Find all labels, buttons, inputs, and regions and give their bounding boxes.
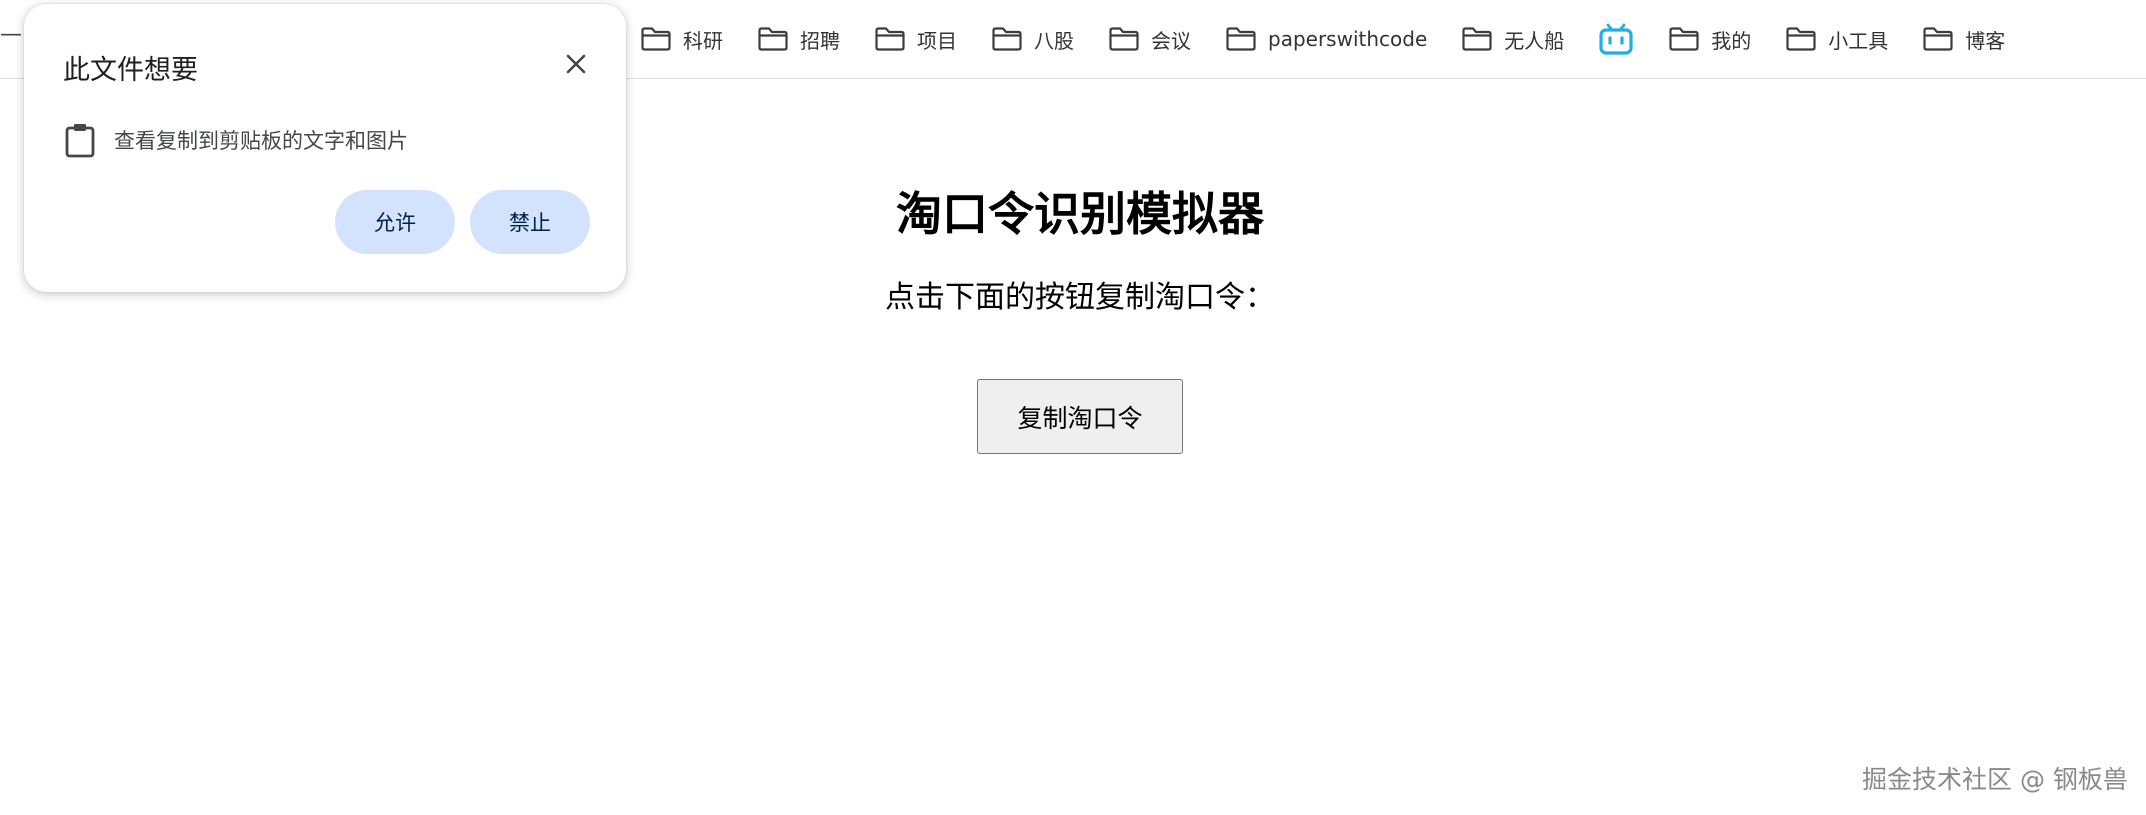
bookmark-bilibili[interactable] <box>1586 17 1646 61</box>
bookmark-folder[interactable]: 会议 <box>1096 17 1203 61</box>
bookmark-label: 会议 <box>1151 28 1191 53</box>
bookmark-folder[interactable]: 招聘 <box>745 17 852 61</box>
bookmark-folder[interactable]: 科研 <box>628 17 735 61</box>
browser-page: — 科研 招聘 项目 八股 会议 paperswithcode 无人船 我的 小工具 博客 此文件… <box>0 0 2146 815</box>
permission-text: 查看复制到剪贴板的文字和图片 <box>114 129 408 153</box>
folder-icon <box>874 26 906 52</box>
bookmark-folder[interactable]: 我的 <box>1656 17 1763 61</box>
bookmark-label: 小工具 <box>1828 28 1889 53</box>
permission-row: 查看复制到剪贴板的文字和图片 <box>63 122 408 158</box>
folder-icon <box>1225 26 1257 52</box>
bookmark-label: 八股 <box>1034 28 1074 53</box>
folder-icon <box>1108 26 1140 52</box>
folder-icon <box>991 26 1023 52</box>
bookmark-folder[interactable]: 八股 <box>979 17 1086 61</box>
close-icon[interactable] <box>560 48 592 80</box>
bookmark-folder[interactable]: 博客 <box>1910 17 2017 61</box>
folder-icon <box>1922 26 1954 52</box>
bookmark-folder[interactable]: 无人船 <box>1449 17 1576 61</box>
watermark: 掘金技术社区 @ 钢板兽 <box>1862 765 2128 794</box>
folder-icon <box>640 26 672 52</box>
clipboard-icon <box>63 122 97 158</box>
bookmark-label: 无人船 <box>1504 28 1565 53</box>
copy-taokouling-button[interactable]: 复制淘口令 <box>977 379 1183 454</box>
bookmark-label: 我的 <box>1711 28 1752 53</box>
bilibili-icon <box>1598 22 1634 56</box>
deny-button[interactable]: 禁止 <box>470 190 590 254</box>
folder-icon <box>1785 26 1817 52</box>
bookmarks-list: 科研 招聘 项目 八股 会议 paperswithcode 无人船 我的 小工具 博客 <box>628 0 2027 78</box>
bookmark-folder[interactable]: 小工具 <box>1773 17 1900 61</box>
bookmark-label: 招聘 <box>800 28 840 53</box>
bookmark-label: 项目 <box>917 28 957 53</box>
allow-button[interactable]: 允许 <box>335 190 455 254</box>
folder-icon <box>1668 26 1700 52</box>
popup-title: 此文件想要 <box>63 55 198 86</box>
folder-icon <box>1461 26 1493 52</box>
bookmark-label: 博客 <box>1965 28 2006 53</box>
clipboard-permission-popup: 此文件想要 查看复制到剪贴板的文字和图片 允许 禁止 <box>24 4 626 292</box>
bookmark-label: paperswithcode <box>1268 27 1428 51</box>
bookmarks-bar-dash: — <box>0 22 22 47</box>
bookmark-folder[interactable]: 项目 <box>862 17 969 61</box>
bookmark-label: 科研 <box>683 28 723 53</box>
bookmark-folder[interactable]: paperswithcode <box>1213 17 1439 61</box>
folder-icon <box>757 26 789 52</box>
